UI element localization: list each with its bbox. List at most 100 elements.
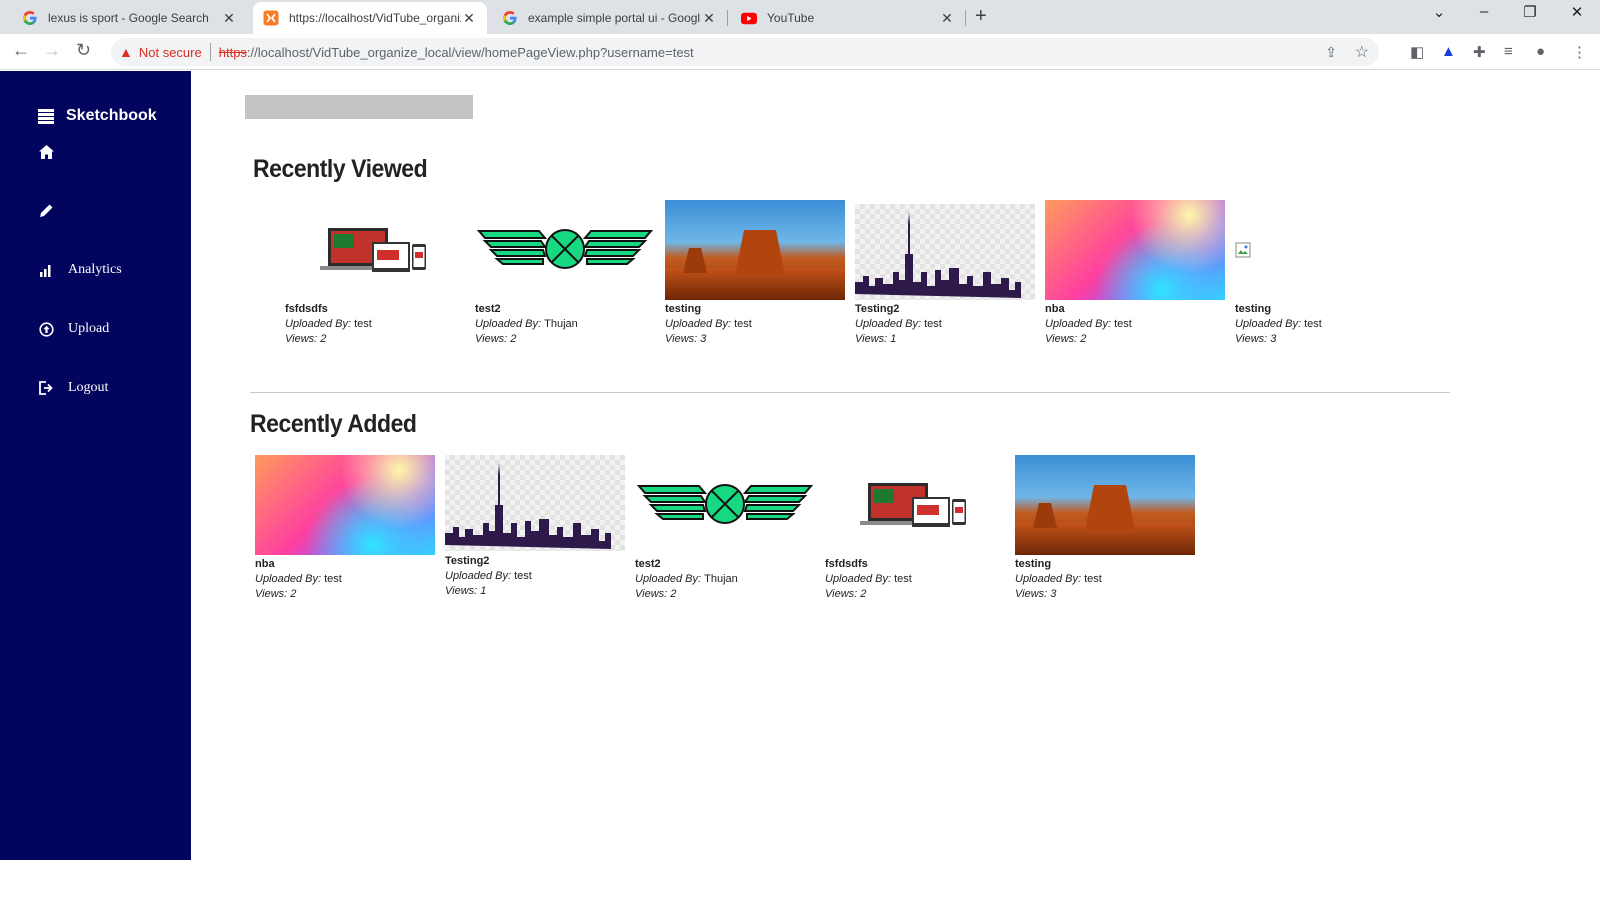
browser-tab[interactable]: lexus is sport - Google Search ✕	[12, 2, 247, 34]
profile-avatar-icon[interactable]: ●	[1536, 43, 1545, 60]
views-label: Views:	[255, 588, 291, 600]
new-tab-icon[interactable]: +	[975, 5, 987, 28]
uploaded-by-label: Uploaded By:	[285, 318, 355, 330]
video-card[interactable]: test2 Uploaded By: Thujan Views: 2	[475, 200, 655, 345]
section-title-recently-added: Recently Added	[250, 410, 417, 438]
sidebar-item-home[interactable]	[38, 144, 68, 160]
extension-icon[interactable]: ◧	[1410, 43, 1424, 61]
video-views: Views: 2	[1045, 333, 1225, 345]
video-thumbnail[interactable]	[475, 200, 655, 300]
video-card[interactable]: nba Uploaded By: test Views: 2	[1045, 200, 1225, 345]
video-title[interactable]: testing	[1015, 558, 1195, 570]
browser-toolbar: ← → ↻ ▲ Not secure https ://localhost/Vi…	[0, 34, 1600, 70]
video-title[interactable]: testing	[1235, 303, 1415, 315]
devices-image	[860, 483, 966, 527]
extensions-puzzle-icon[interactable]: ✚	[1473, 43, 1486, 61]
share-icon[interactable]: ⇪	[1325, 44, 1337, 61]
desert-mesa	[735, 230, 785, 275]
video-thumbnail[interactable]	[255, 455, 435, 555]
logout-icon	[38, 380, 54, 396]
video-card[interactable]: testing Uploaded By: test Views: 3	[1235, 200, 1415, 345]
sidebar-item-analytics[interactable]: Analytics	[38, 262, 122, 278]
reload-icon[interactable]: ↻	[76, 40, 91, 61]
sidebar-item-label: Logout	[68, 380, 109, 395]
video-card[interactable]: testing Uploaded By: test Views: 3	[665, 200, 845, 345]
views-label: Views:	[855, 333, 891, 345]
address-bar[interactable]: ▲ Not secure https ://localhost/VidTube_…	[111, 38, 1379, 66]
browser-tab[interactable]: example simple portal ui - Googl ✕	[492, 2, 727, 34]
video-thumbnail[interactable]	[855, 204, 1035, 300]
video-views: Views: 3	[1235, 333, 1415, 345]
video-thumbnail[interactable]	[635, 455, 815, 555]
extension-triangle-icon[interactable]: ▲	[1441, 43, 1456, 60]
uploader-name: test	[1084, 573, 1102, 585]
video-views: Views: 2	[825, 588, 1005, 600]
video-title[interactable]: Testing2	[445, 555, 625, 567]
close-tab-icon[interactable]: ✕	[461, 10, 477, 27]
video-card[interactable]: fsfdsdfs Uploaded By: test Views: 2	[285, 200, 465, 345]
sidebar-item-edit[interactable]	[38, 203, 68, 219]
uploader-name: test	[924, 318, 942, 330]
video-title[interactable]: fsfdsdfs	[825, 558, 1005, 570]
close-tab-icon[interactable]: ✕	[701, 10, 717, 27]
bookmark-star-icon[interactable]: ☆	[1355, 42, 1369, 62]
uploader-name: test	[894, 573, 912, 585]
browser-tab-active[interactable]: https://localhost/VidTube_organiz ✕	[253, 2, 487, 34]
video-card[interactable]: test2 Uploaded By: Thujan Views: 2	[635, 455, 815, 600]
sidebar-item-upload[interactable]: Upload	[38, 321, 109, 337]
tab-search-icon[interactable]: ⌄	[1417, 3, 1461, 21]
video-title[interactable]: test2	[635, 558, 815, 570]
video-card[interactable]: Testing2 Uploaded By: test Views: 1	[445, 455, 625, 597]
brand[interactable]: Sketchbook	[38, 107, 157, 125]
close-tab-icon[interactable]: ✕	[939, 10, 955, 27]
uploaded-by-label: Uploaded By:	[475, 318, 545, 330]
video-thumbnail[interactable]	[1045, 200, 1225, 300]
minimize-icon[interactable]: –	[1462, 3, 1506, 20]
uploaded-by-label: Uploaded By:	[635, 573, 705, 585]
video-thumbnail[interactable]	[665, 200, 845, 300]
security-status[interactable]: Not secure	[139, 45, 202, 60]
uploaded-by-label: Uploaded By:	[855, 318, 925, 330]
video-thumbnail[interactable]	[445, 455, 625, 551]
skyline-image	[855, 212, 1021, 298]
forward-icon[interactable]: →	[43, 40, 61, 61]
video-thumbnail[interactable]	[1015, 455, 1195, 555]
close-window-icon[interactable]: ✕	[1555, 3, 1599, 21]
uploaded-by-label: Uploaded By:	[665, 318, 735, 330]
video-title[interactable]: fsfdsdfs	[285, 303, 465, 315]
restore-icon[interactable]: ❐	[1508, 3, 1552, 21]
back-icon[interactable]: ←	[12, 40, 30, 61]
video-card[interactable]: nba Uploaded By: test Views: 2	[255, 455, 435, 600]
close-tab-icon[interactable]: ✕	[221, 10, 237, 27]
video-views: Views: 3	[665, 333, 845, 345]
video-thumbnail[interactable]	[1235, 200, 1415, 300]
pencil-icon	[38, 203, 54, 219]
url-text: ://localhost/VidTube_organize_local/view…	[246, 44, 694, 60]
uploaded-by-label: Uploaded By:	[1235, 318, 1305, 330]
video-title[interactable]: test2	[475, 303, 655, 315]
video-card[interactable]: Testing2 Uploaded By: test Views: 1	[855, 200, 1035, 345]
tab-title: https://localhost/VidTube_organiz	[289, 11, 461, 25]
video-title[interactable]: Testing2	[855, 303, 1035, 315]
video-thumbnail[interactable]	[825, 455, 1005, 555]
sidebar-item-logout[interactable]: Logout	[38, 380, 108, 396]
video-title[interactable]: nba	[1045, 303, 1225, 315]
video-card[interactable]: testing Uploaded By: test Views: 3	[1015, 455, 1195, 600]
video-title[interactable]: nba	[255, 558, 435, 570]
browser-tab[interactable]: YouTube ✕	[731, 2, 965, 34]
video-card[interactable]: fsfdsdfs Uploaded By: test Views: 2	[825, 455, 1005, 600]
views-count: 2	[320, 333, 327, 345]
video-thumbnail[interactable]	[285, 200, 465, 300]
menu-icon[interactable]: ⋮	[1572, 43, 1587, 61]
video-title[interactable]: testing	[665, 303, 845, 315]
xampp-icon	[263, 10, 279, 26]
video-uploader: Uploaded By: Thujan	[635, 573, 815, 585]
views-count: 2	[670, 588, 677, 600]
search-input[interactable]	[245, 95, 473, 119]
views-count: 2	[1080, 333, 1087, 345]
media-control-icon[interactable]: ≡	[1504, 43, 1513, 60]
tab-separator	[965, 10, 966, 26]
menu-bars-icon	[38, 108, 54, 124]
uploader-name: Thujan	[704, 573, 738, 585]
views-label: Views:	[1045, 333, 1081, 345]
